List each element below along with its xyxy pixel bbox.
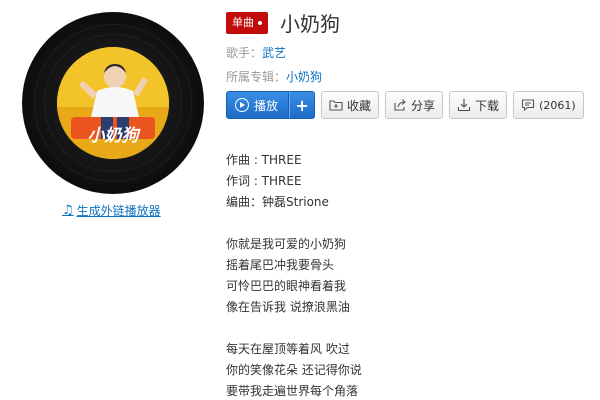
lyric-line: 你就是我可爱的小奶狗 [226, 237, 347, 251]
singer-label: 歌手： [226, 46, 263, 60]
generate-external-player-link[interactable]: ♫ 生成外链播放器 [62, 202, 161, 219]
lyric-line: 摇着尾巴冲我要骨头 [226, 258, 335, 272]
share-button[interactable]: 分享 [385, 91, 444, 119]
play-button[interactable]: 播放 [226, 91, 290, 119]
title-row: 单曲 小奶狗 [226, 8, 340, 37]
album-label: 所属专辑： [226, 70, 287, 84]
lyric-line: 可怜巴巴的眼神看着我 [226, 279, 347, 293]
lyric-line: 每天在屋顶等着风 吹过 [226, 342, 350, 356]
play-label: 播放 [254, 98, 279, 113]
share-icon [393, 98, 407, 112]
play-circle-icon [235, 98, 249, 112]
collect-button[interactable]: 收藏 [321, 91, 380, 119]
download-button[interactable]: 下载 [449, 91, 508, 119]
credit-line: 作词 : THREE [226, 174, 302, 188]
credit-line: 编曲：钟磊Strione [226, 195, 329, 209]
lyric-line: 你的笑像花朵 还记得你说 [226, 363, 362, 377]
single-badge: 单曲 [226, 11, 268, 34]
download-icon [457, 98, 471, 112]
music-note-icon: ♫ [62, 203, 74, 218]
add-to-playlist-button[interactable]: + [289, 91, 316, 119]
lyrics-panel: 作曲 : THREE 作词 : THREE 编曲：钟磊Strione 你就是我可… [226, 150, 362, 400]
album-link[interactable]: 小奶狗 [286, 70, 322, 84]
credit-line: 作曲 : THREE [226, 153, 302, 167]
action-bar: 播放 + 收藏 分享 下载 (2061) [226, 91, 584, 119]
badge-label: 单曲 [232, 15, 254, 29]
collect-label: 收藏 [347, 98, 372, 113]
comment-count: (2061) [539, 98, 576, 112]
album-cover: 小奶狗 [57, 47, 169, 159]
album-row: 所属专辑：小奶狗 [226, 68, 322, 85]
badge-dot-icon [258, 20, 262, 25]
comment-icon [521, 98, 535, 112]
external-player-label: 生成外链播放器 [76, 204, 161, 218]
singer-link[interactable]: 武艺 [262, 46, 286, 60]
share-label: 分享 [411, 98, 436, 113]
comment-button[interactable]: (2061) [513, 91, 584, 119]
song-title: 小奶狗 [280, 12, 340, 36]
download-label: 下载 [475, 98, 500, 113]
folder-plus-icon [329, 98, 343, 112]
play-button-group: 播放 + [226, 91, 316, 119]
cover-artwork: 小奶狗 [57, 47, 169, 159]
album-disc: 小奶狗 [22, 12, 204, 194]
cover-title-text: 小奶狗 [88, 126, 142, 146]
lyric-line: 要带我走遍世界每个角落 [226, 384, 359, 398]
singer-row: 歌手：武艺 [226, 44, 286, 61]
lyric-line: 像在告诉我 说撩浪黑油 [226, 300, 350, 314]
